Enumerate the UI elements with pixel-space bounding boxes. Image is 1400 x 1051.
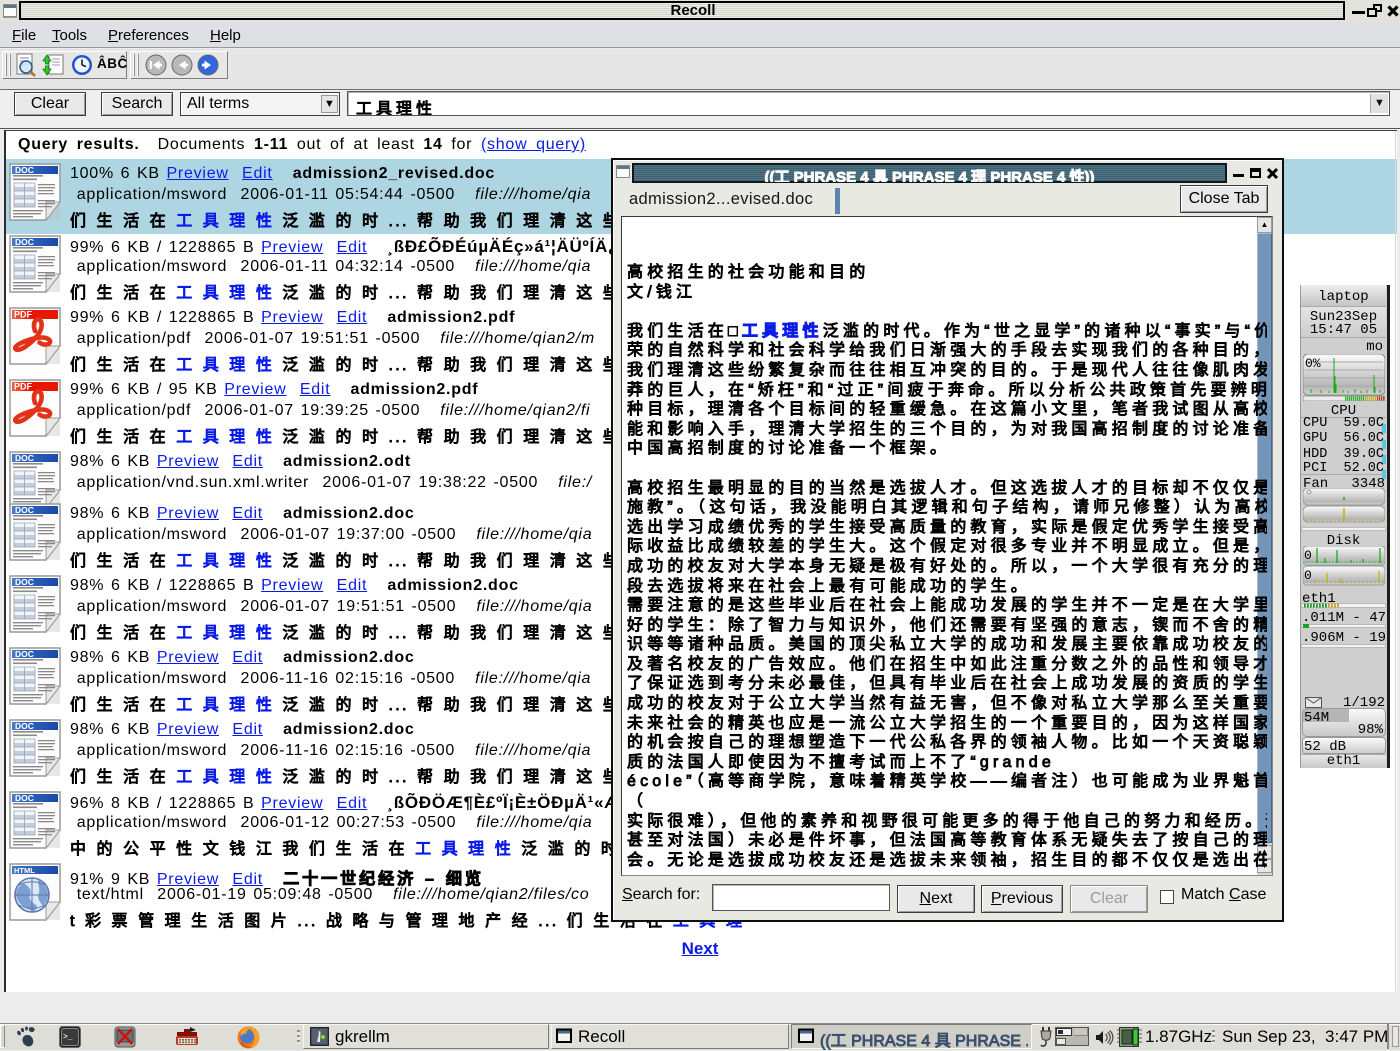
svg-text:DOC: DOC [15,649,34,659]
svg-text:PDF: PDF [14,382,33,392]
svg-text:DOC: DOC [15,721,34,731]
svg-text:DOC: DOC [15,577,34,587]
svg-text:DOC: DOC [15,793,34,803]
svg-text:DOC: DOC [15,505,34,515]
svg-text:DOC: DOC [15,237,34,247]
svg-text:DOC: DOC [15,165,34,175]
svg-text:DOC: DOC [15,453,34,463]
svg-text:HTML: HTML [14,866,35,875]
svg-text:PDF: PDF [14,310,33,320]
svg-text:>_: >_ [63,1033,73,1042]
